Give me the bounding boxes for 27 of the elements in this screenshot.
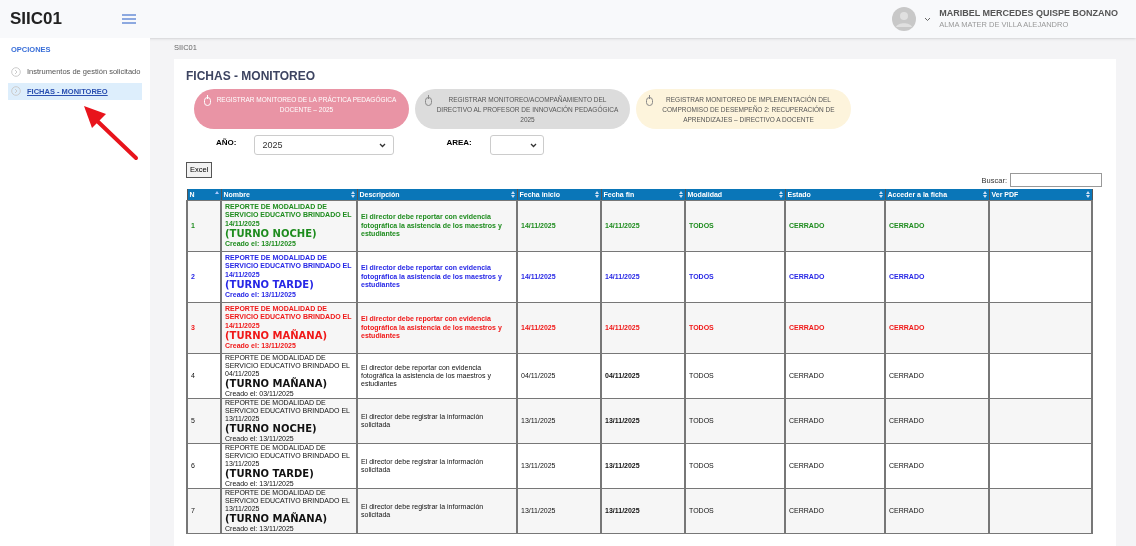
avatar-icon[interactable] (892, 7, 917, 31)
sort-icon (982, 191, 987, 198)
page-title: FICHAS - MONITOREO (186, 68, 317, 86)
chevron-circle-icon (11, 86, 21, 97)
annotation-arrow (82, 104, 140, 162)
caret-icon[interactable] (924, 16, 932, 22)
chevron-icon (529, 142, 537, 148)
sort-icon (678, 191, 683, 198)
chevron-icon (379, 142, 387, 148)
sort-icon (1085, 191, 1090, 198)
search-field[interactable] (1010, 173, 1102, 188)
sort-icon (778, 191, 783, 198)
app-title: SIIC01 (10, 8, 62, 31)
sort-icon (510, 191, 515, 198)
year-select[interactable]: 2025 (254, 135, 395, 156)
area-label: AREA: (446, 137, 472, 150)
mouse-icon (204, 95, 211, 107)
area-select[interactable] (489, 135, 544, 156)
sort-icon (878, 191, 883, 198)
mouse-icon (646, 95, 653, 107)
year-label: AÑO: (216, 137, 237, 150)
menu-icon[interactable] (122, 14, 136, 24)
sort-icon (594, 191, 599, 198)
sort-icon (350, 191, 355, 198)
user-name: MARIBEL MERCEDES QUISPE BONZANO (939, 8, 1118, 19)
chevron-circle-icon (11, 66, 21, 77)
mouse-icon (425, 95, 432, 107)
